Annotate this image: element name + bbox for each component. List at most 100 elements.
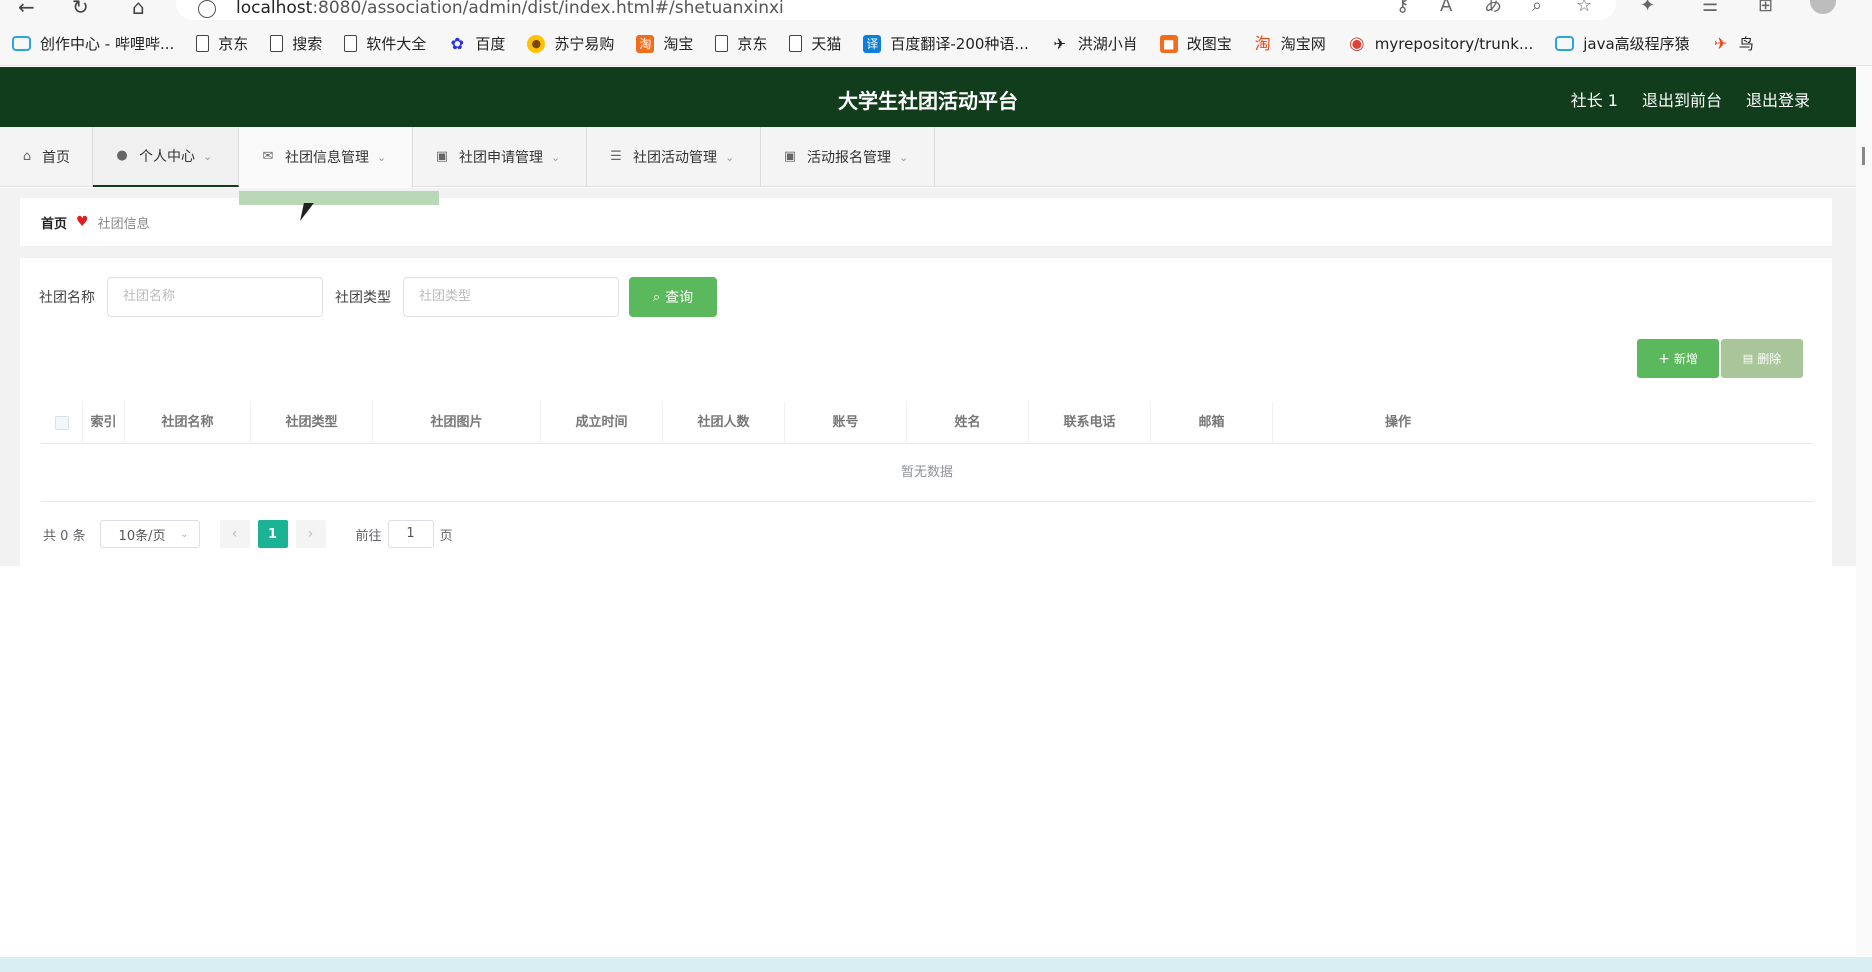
column-header: 社团人数 xyxy=(663,402,785,444)
taobao-icon: 淘 xyxy=(636,34,655,53)
chevron-down-icon: ⌄ xyxy=(180,528,189,540)
menu-activity-signup[interactable]: ▣ 活动报名管理 ⌄ xyxy=(761,127,935,187)
empty-text: 暂无数据 xyxy=(41,444,1813,502)
page-size-select[interactable]: 10条/页 ⌄ xyxy=(99,520,200,548)
query-button[interactable]: ⌕ 查询 xyxy=(629,277,717,317)
browser-toolbar: ← ↻ ⌂ localhost:8080/association/admin/d… xyxy=(0,0,1872,22)
search-icon: ⌕ xyxy=(652,289,661,305)
pagination: 共 0 条 10条/页 ⌄ ‹ 1 › 前往 1 页 xyxy=(43,520,453,548)
club-name-label: 社团名称 xyxy=(39,290,95,306)
delete-button[interactable]: ▤ 删除 xyxy=(1721,339,1803,378)
bookmark-item[interactable]: ✈ 鸟 xyxy=(1712,33,1754,54)
favorite-add-icon[interactable]: ☆ xyxy=(1576,0,1592,15)
scrollbar-thumb[interactable] xyxy=(1862,147,1865,165)
read-aloud-icon[interactable]: A xyxy=(1440,0,1452,15)
home-icon[interactable]: ⌂ xyxy=(132,0,145,17)
bookmark-item[interactable]: 天猫 xyxy=(789,33,841,54)
column-header: 联系电话 xyxy=(1029,402,1151,444)
chevron-down-icon: ⌄ xyxy=(377,150,387,164)
bookmark-item[interactable]: 创作中心 - 哔哩哔... xyxy=(12,33,174,54)
breadcrumb-home[interactable]: 首页 xyxy=(41,213,67,232)
plus-icon: + xyxy=(1658,350,1670,367)
info-icon[interactable] xyxy=(198,0,216,18)
favorites-icon[interactable]: ☰ xyxy=(1702,0,1718,15)
club-type-label: 社团类型 xyxy=(335,290,391,306)
page-icon xyxy=(196,35,210,52)
translate-icon[interactable]: あ xyxy=(1484,0,1502,15)
menu-personal-center[interactable]: ● 个人中心 ⌄ xyxy=(93,127,239,187)
club-type-input[interactable]: 社团类型 xyxy=(403,277,619,317)
bookmark-item[interactable]: java高级程序猿 xyxy=(1555,33,1690,54)
bird-red-icon: ✈ xyxy=(1713,33,1728,53)
back-to-front-link[interactable]: 退出到前台 xyxy=(1642,87,1722,111)
add-button[interactable]: + 新增 xyxy=(1637,339,1719,378)
top-menu: ⌂ 首页 ● 个人中心 ⌄ ✉ 社团信息管理 ⌄ ▣ 社团申请管理 ⌄ ☰ 社团… xyxy=(0,127,1856,187)
user-icon: ● xyxy=(116,148,128,163)
collections-icon[interactable]: ⊞ xyxy=(1758,0,1773,15)
reload-icon[interactable]: ↻ xyxy=(72,0,89,17)
menu-club-application[interactable]: ▣ 社团申请管理 ⌄ xyxy=(413,127,587,187)
home-icon: ⌂ xyxy=(22,149,32,164)
bookmark-item[interactable]: 搜索 xyxy=(270,33,322,54)
taobao-icon: 淘 xyxy=(1254,33,1271,53)
select-all-checkbox[interactable] xyxy=(54,415,69,430)
clipboard-icon: ▣ xyxy=(783,149,797,164)
menu-home[interactable]: ⌂ 首页 xyxy=(0,127,93,187)
suning-icon: ● xyxy=(527,34,546,53)
column-header: 社团图片 xyxy=(373,402,541,444)
back-arrow-icon[interactable]: ← xyxy=(18,0,35,17)
bilibili-icon xyxy=(1555,36,1575,51)
page-icon xyxy=(270,35,284,52)
url-text: localhost:8080/association/admin/dist/in… xyxy=(236,0,784,18)
page-icon xyxy=(789,35,803,52)
page-number-current[interactable]: 1 xyxy=(257,520,288,548)
baidu-icon: ✿ xyxy=(450,33,465,53)
select-all-cell xyxy=(41,402,83,444)
column-header: 操作 xyxy=(1384,415,1411,430)
page-scrollbar[interactable] xyxy=(1856,67,1872,957)
chevron-down-icon: ⌄ xyxy=(203,149,213,163)
page-icon xyxy=(715,35,729,52)
logout-link[interactable]: 退出登录 xyxy=(1746,87,1810,111)
translate-icon: 译 xyxy=(863,34,882,53)
column-header: 索引 xyxy=(83,402,125,444)
menu-club-info[interactable]: ✉ 社团信息管理 ⌄ xyxy=(239,127,413,187)
bookmark-item[interactable]: 译百度翻译-200种语... xyxy=(863,33,1029,54)
chevron-down-icon: ⌄ xyxy=(725,150,735,164)
profile-avatar[interactable] xyxy=(1810,0,1836,14)
bookmark-item[interactable]: ● 苏宁易购 xyxy=(527,33,614,54)
submenu-dropdown-hint[interactable] xyxy=(239,191,439,205)
bookmark-item[interactable]: 京东 xyxy=(196,33,248,54)
bookmark-item[interactable]: 淘淘宝 xyxy=(636,33,693,54)
mail-icon: ✉ xyxy=(262,149,274,164)
menu-club-activity[interactable]: ☰ 社团活动管理 ⌄ xyxy=(587,127,761,187)
bookmark-item[interactable]: ✿ 百度 xyxy=(448,33,506,54)
next-page-button[interactable]: › xyxy=(295,520,326,548)
page-icon xyxy=(344,35,358,52)
zoom-icon[interactable]: ⌕ xyxy=(1532,0,1542,15)
page-suffix: 页 xyxy=(439,528,453,544)
bookmark-item[interactable]: ◉ myrepository/trunk... xyxy=(1347,32,1533,54)
bookmark-item[interactable]: ■ 改图宝 xyxy=(1159,33,1232,54)
list-icon: ☰ xyxy=(610,149,622,164)
chrome-icon: ◉ xyxy=(1347,32,1366,54)
app-header: 大学生社团活动平台 社长 1 退出到前台 退出登录 xyxy=(0,67,1856,127)
goto-page-input[interactable]: 1 xyxy=(387,520,434,548)
bookmark-item[interactable]: 京东 xyxy=(715,33,767,54)
column-header: 账号 xyxy=(785,402,907,444)
heart-icon: ♥ xyxy=(76,214,89,230)
prev-page-button[interactable]: ‹ xyxy=(219,520,250,548)
bilibili-icon xyxy=(12,36,31,51)
bookmark-item[interactable]: 淘淘宝网 xyxy=(1254,33,1326,54)
bookmark-item[interactable]: 软件大全 xyxy=(344,33,426,54)
header-links: 社长 1 退出到前台 退出登录 xyxy=(1547,87,1810,111)
chevron-down-icon: ⌄ xyxy=(551,150,561,164)
column-header: 姓名 xyxy=(907,402,1029,444)
table-header: 索引 社团名称 社团类型 社团图片 成立时间 社团人数 账号 姓名 联系电话 邮… xyxy=(41,402,1813,444)
bookmark-item[interactable]: ✈ 洪湖小肖 xyxy=(1051,33,1137,54)
extensions-icon[interactable]: ✦ xyxy=(1640,0,1655,15)
bookmarks-bar: 创作中心 - 哔哩哔... 京东 搜索 软件大全 ✿ 百度 ● 苏宁易购 淘淘宝 京… xyxy=(0,22,1872,66)
club-name-input[interactable]: 社团名称 xyxy=(107,277,323,317)
key-icon[interactable]: ⚷ xyxy=(1396,0,1409,15)
current-user: 社长 1 xyxy=(1570,91,1618,110)
